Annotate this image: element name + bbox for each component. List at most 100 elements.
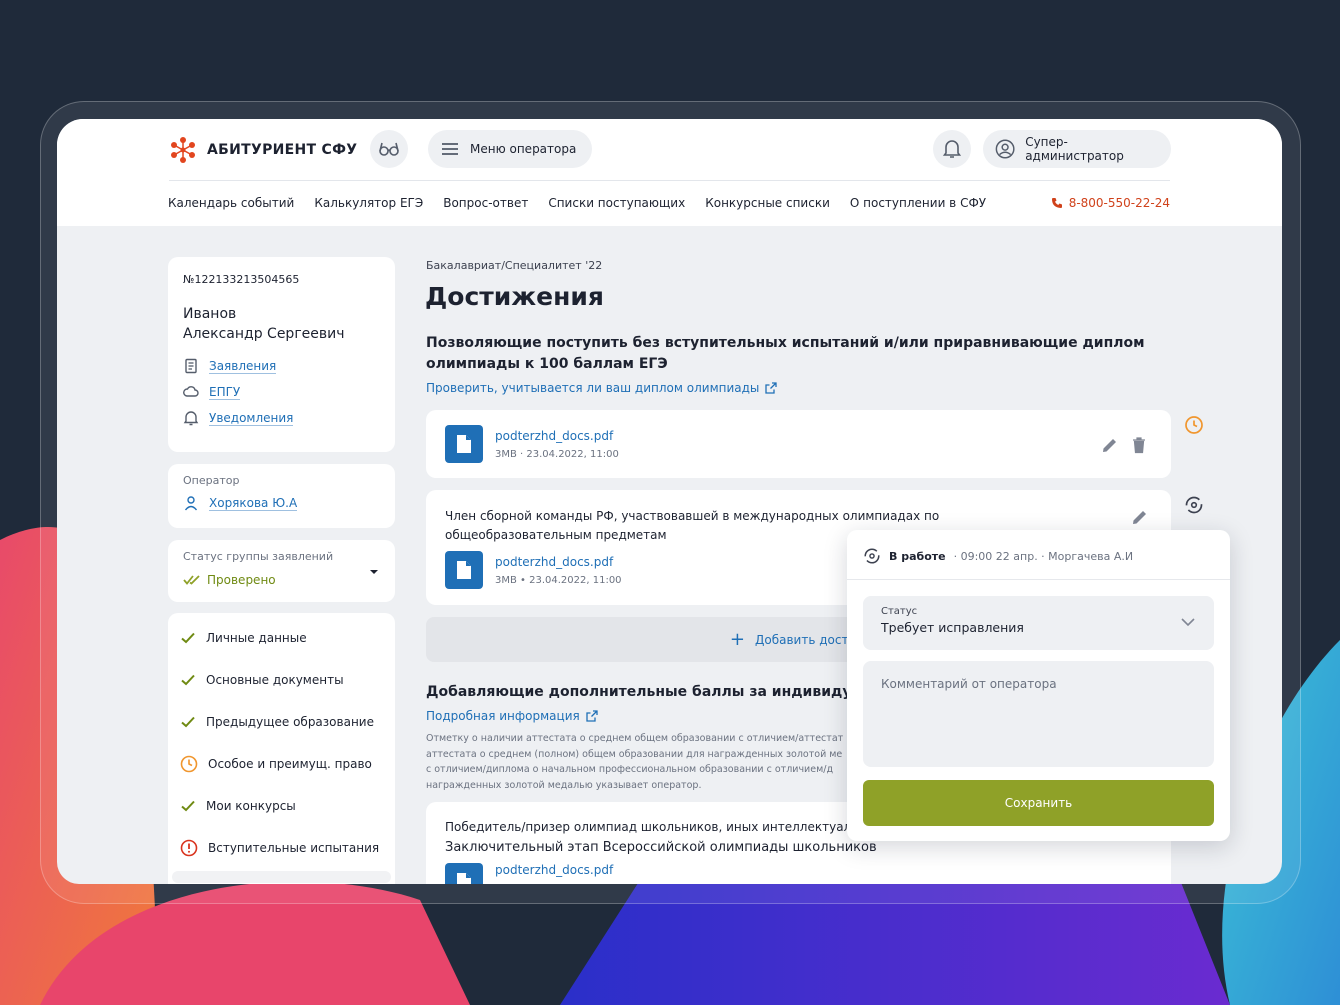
file-icon <box>445 863 483 884</box>
step-item[interactable]: Особое и преимущ. право <box>180 743 383 785</box>
comment-field[interactable]: Комментарий от оператора <box>863 661 1214 767</box>
steps-card: Личные данные Основные документы Предыду… <box>168 613 395 884</box>
description-line: награжденных золотой медалью указывает о… <box>426 779 702 791</box>
external-link-icon <box>586 710 598 722</box>
more-info-link[interactable]: Подробная информация <box>426 709 598 723</box>
header-divider <box>169 180 1170 181</box>
breadcrumb[interactable]: Бакалавриат/Специалитет '22 <box>426 259 602 272</box>
edit-icon[interactable] <box>1101 436 1119 454</box>
step-label: Личные данные <box>206 631 307 645</box>
profile-card: №122133213504565 Иванов Александр Сергее… <box>168 257 395 452</box>
status-select[interactable]: Статус Требует исправления <box>863 596 1214 650</box>
operator-link[interactable]: Хорякова Ю.А <box>183 495 380 511</box>
chevron-down-icon <box>1181 618 1195 627</box>
application-number: №122133213504565 <box>183 273 300 286</box>
edit-icon[interactable] <box>1131 508 1149 526</box>
notifications-button[interactable] <box>933 130 971 168</box>
operator-name: Хорякова Ю.А <box>209 495 298 511</box>
nav-item[interactable]: Вопрос-ответ <box>443 196 528 210</box>
page-title: Достижения <box>425 282 604 311</box>
description-line: аттестата о среднем (полном) общем образ… <box>426 748 843 760</box>
user-icon <box>995 139 1015 159</box>
phone-number: 8-800-550-22-24 <box>1068 196 1170 210</box>
check-icon <box>181 632 195 644</box>
file-icon <box>445 551 483 589</box>
glasses-icon <box>379 142 399 156</box>
link-applications-label: Заявления <box>209 358 277 374</box>
popup-meta: · 09:00 22 апр. · Моргачева А.И <box>953 549 1134 563</box>
nav-item[interactable]: О поступлении в СФУ <box>850 196 986 210</box>
status-select-label: Статус <box>881 606 918 617</box>
nav-item[interactable]: Конкурсные списки <box>705 196 830 210</box>
group-status-value: Проверено <box>207 573 276 587</box>
achievement-card: podterzhd_docs.pdf 3MB · 23.04.2022, 11:… <box>426 410 1171 478</box>
nav-item[interactable]: Списки поступающих <box>548 196 685 210</box>
applicant-full-name: Александр Сергеевич <box>183 326 345 342</box>
link-applications[interactable]: Заявления <box>183 358 380 374</box>
description-line: с отличием/диплома о начальном профессио… <box>426 764 834 775</box>
step-item[interactable]: Личные данные <box>180 617 383 659</box>
external-link-icon <box>765 382 778 394</box>
file-icon <box>445 425 483 463</box>
file-name[interactable]: podterzhd_docs.pdf <box>495 429 619 443</box>
description-line: Отметку о наличии аттестата о среднем об… <box>426 733 844 744</box>
step-label: Особое и преимущ. право <box>208 757 372 771</box>
achievement-subtitle: Заключительный этап Всероссийской олимпи… <box>445 840 877 855</box>
check-icon <box>181 674 195 686</box>
phone-icon <box>1051 198 1062 208</box>
plus-icon: + <box>729 628 746 650</box>
caret-down-icon <box>370 570 378 574</box>
applicant-last-name: Иванов <box>183 306 237 322</box>
logo-text: АБИТУРИЕНТ СФУ <box>207 142 358 158</box>
operator-menu-label: Меню оператора <box>470 142 577 156</box>
step-label: Предыдущее образование <box>206 715 374 729</box>
phone-link[interactable]: 8-800-550-22-24 <box>1051 196 1170 210</box>
step-item[interactable]: Предыдущее образование <box>180 701 383 743</box>
in-progress-icon[interactable] <box>1184 495 1204 515</box>
accessibility-button[interactable] <box>370 130 408 168</box>
nav-item[interactable]: Календарь событий <box>168 196 294 210</box>
logo[interactable]: АБИТУРИЕНТ СФУ <box>169 136 357 164</box>
group-status-select[interactable]: Статус группы заявлений Проверено <box>168 540 395 602</box>
step-label: Мои конкурсы <box>206 799 296 813</box>
user-menu-button[interactable]: Супер-администратор <box>983 130 1171 168</box>
file-name[interactable]: podterzhd_docs.pdf <box>495 555 622 569</box>
step-item[interactable]: Вступительные испытания <box>180 827 383 869</box>
step-label: Основные документы <box>206 673 344 687</box>
popup-divider <box>847 579 1230 580</box>
check-icon <box>181 800 195 812</box>
status-popup: В работе · 09:00 22 апр. · Моргачева А.И… <box>847 530 1230 841</box>
comment-placeholder: Комментарий от оператора <box>881 677 1057 691</box>
link-epgu[interactable]: ЕПГУ <box>183 384 380 400</box>
link-notifications-label: Уведомления <box>209 410 294 426</box>
step-label: Вступительные испытания <box>208 841 380 855</box>
save-button[interactable]: Сохранить <box>863 780 1214 826</box>
alert-icon <box>180 839 198 857</box>
status-select-value: Требует исправления <box>881 620 1024 635</box>
group-status-label: Статус группы заявлений <box>183 550 334 563</box>
section-description: Отметку о наличии аттестата о среднем об… <box>426 731 866 793</box>
link-notifications[interactable]: Уведомления <box>183 410 380 426</box>
user-label: Супер-администратор <box>1025 135 1124 163</box>
trash-icon[interactable] <box>1131 436 1147 454</box>
nav-item[interactable]: Калькулятор ЕГЭ <box>314 196 423 210</box>
popup-status-word: В работе <box>889 549 946 563</box>
clock-icon[interactable] <box>1184 415 1204 435</box>
operator-card: Оператор Хорякова Ю.А <box>168 464 395 528</box>
link-epgu-label: ЕПГУ <box>209 384 241 400</box>
operator-menu-button[interactable]: Меню оператора <box>428 130 593 168</box>
save-label: Сохранить <box>1004 796 1073 810</box>
bell-icon <box>183 411 199 426</box>
person-icon <box>184 496 198 511</box>
check-diploma-link[interactable]: Проверить, учитывается ли ваш диплом оли… <box>426 381 778 395</box>
cloud-icon <box>183 386 199 397</box>
file-name[interactable]: podterzhd_docs.pdf <box>495 863 613 877</box>
documents-icon <box>185 358 197 374</box>
app-screen: АБИТУРИЕНТ СФУ Меню оператора Супер-адми… <box>57 119 1282 884</box>
step-item[interactable]: Мои конкурсы <box>180 785 383 827</box>
check-icon <box>181 716 195 728</box>
check-diploma-label: Проверить, учитывается ли ваш диплом оли… <box>426 381 760 395</box>
menu-icon <box>442 143 458 155</box>
file-meta: 3MB · 23.04.2022, 11:00 <box>495 448 619 460</box>
step-item[interactable]: Основные документы <box>180 659 383 701</box>
